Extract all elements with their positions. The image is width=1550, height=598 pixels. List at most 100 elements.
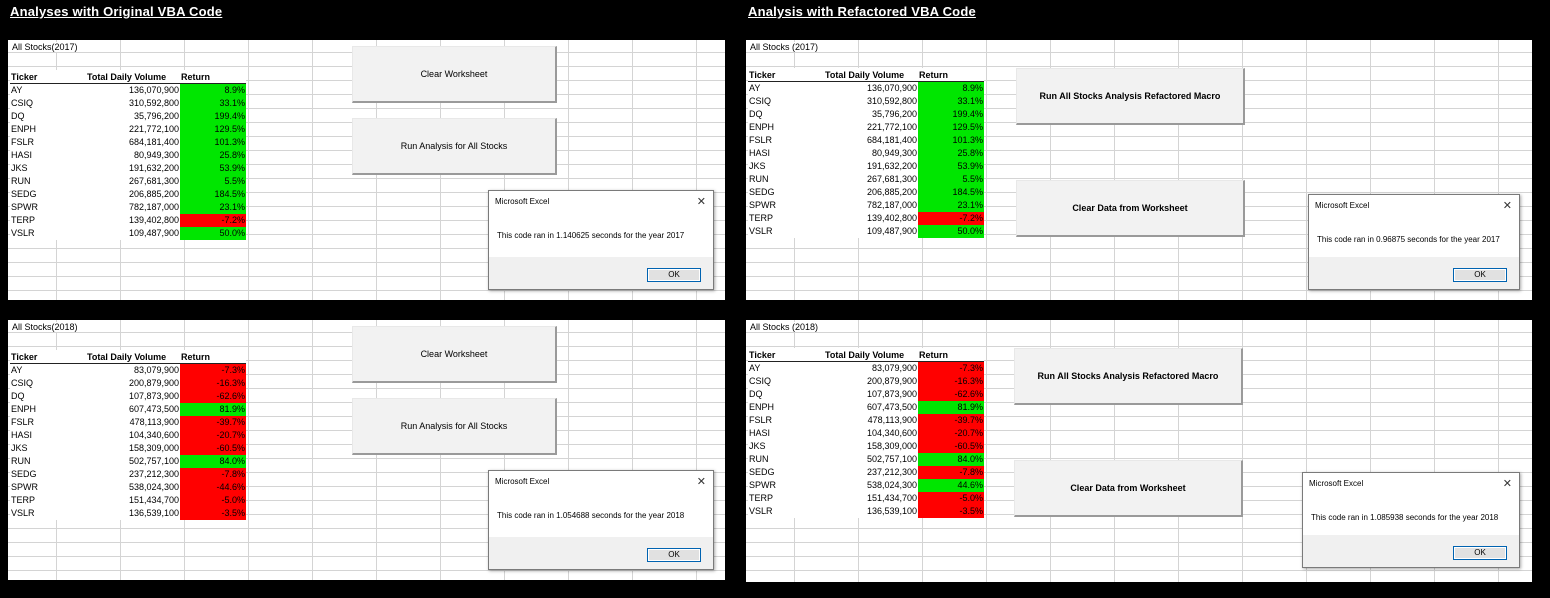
volume-cell[interactable]: 136,539,100 (824, 505, 918, 518)
ok-button[interactable]: OK (647, 268, 701, 282)
run-analysis-button[interactable]: Run Analysis for All Stocks (352, 398, 557, 455)
sheet-original-2017[interactable]: All Stocks(2017) Ticker Total Daily Volum… (8, 40, 725, 300)
volume-cell[interactable]: 107,873,900 (824, 388, 918, 401)
ticker-cell[interactable]: SPWR (10, 481, 86, 494)
volume-cell[interactable]: 136,070,900 (824, 82, 918, 96)
volume-cell[interactable]: 310,592,800 (824, 95, 918, 108)
ticker-cell[interactable]: CSIQ (748, 375, 824, 388)
volume-cell[interactable]: 158,309,000 (824, 440, 918, 453)
volume-cell[interactable]: 782,187,000 (86, 201, 180, 214)
ticker-cell[interactable]: VSLR (10, 507, 86, 520)
volume-cell[interactable]: 151,434,700 (86, 494, 180, 507)
return-cell[interactable]: 5.5% (918, 173, 984, 186)
ok-button[interactable]: OK (1453, 546, 1507, 560)
return-cell[interactable]: 44.6% (918, 479, 984, 492)
volume-cell[interactable]: 502,757,100 (86, 455, 180, 468)
ticker-cell[interactable]: TERP (10, 214, 86, 227)
return-cell[interactable]: -5.0% (918, 492, 984, 505)
return-cell[interactable]: -16.3% (180, 377, 246, 390)
ticker-cell[interactable]: VSLR (748, 505, 824, 518)
return-cell[interactable]: -3.5% (180, 507, 246, 520)
return-cell[interactable]: 53.9% (918, 160, 984, 173)
ticker-cell[interactable]: HASI (748, 147, 824, 160)
volume-cell[interactable]: 502,757,100 (824, 453, 918, 466)
volume-cell[interactable]: 221,772,100 (824, 121, 918, 134)
ticker-cell[interactable]: SEDG (748, 466, 824, 479)
return-cell[interactable]: 184.5% (180, 188, 246, 201)
close-icon[interactable]: ✕ (697, 475, 706, 488)
volume-cell[interactable]: 191,632,200 (824, 160, 918, 173)
volume-cell[interactable]: 267,681,300 (824, 173, 918, 186)
ticker-cell[interactable]: SPWR (748, 479, 824, 492)
ticker-cell[interactable]: RUN (10, 455, 86, 468)
return-cell[interactable]: 8.9% (180, 83, 246, 97)
close-icon[interactable]: ✕ (1503, 477, 1512, 490)
return-cell[interactable]: -20.7% (180, 429, 246, 442)
return-cell[interactable]: 23.1% (180, 201, 246, 214)
return-cell[interactable]: 33.1% (180, 97, 246, 110)
volume-cell[interactable]: 107,873,900 (86, 390, 180, 403)
volume-cell[interactable]: 104,340,600 (824, 427, 918, 440)
ticker-cell[interactable]: RUN (10, 175, 86, 188)
volume-cell[interactable]: 684,181,400 (824, 134, 918, 147)
return-cell[interactable]: 50.0% (180, 227, 246, 240)
volume-cell[interactable]: 237,212,300 (86, 468, 180, 481)
ticker-cell[interactable]: RUN (748, 453, 824, 466)
return-cell[interactable]: -7.8% (180, 468, 246, 481)
ticker-cell[interactable]: HASI (10, 429, 86, 442)
return-cell[interactable]: 199.4% (918, 108, 984, 121)
ticker-cell[interactable]: DQ (748, 388, 824, 401)
ticker-cell[interactable]: JKS (10, 442, 86, 455)
volume-cell[interactable]: 538,024,300 (824, 479, 918, 492)
return-cell[interactable]: -20.7% (918, 427, 984, 440)
ticker-cell[interactable]: VSLR (748, 225, 824, 238)
volume-cell[interactable]: 80,949,300 (824, 147, 918, 160)
return-cell[interactable]: -7.3% (918, 361, 984, 375)
ticker-cell[interactable]: RUN (748, 173, 824, 186)
return-cell[interactable]: -39.7% (918, 414, 984, 427)
volume-cell[interactable]: 200,879,900 (824, 375, 918, 388)
ok-button[interactable]: OK (1453, 268, 1507, 282)
ticker-cell[interactable]: SEDG (748, 186, 824, 199)
volume-cell[interactable]: 267,681,300 (86, 175, 180, 188)
ticker-cell[interactable]: JKS (748, 160, 824, 173)
volume-cell[interactable]: 478,113,900 (824, 414, 918, 427)
run-refactored-macro-button[interactable]: Run All Stocks Analysis Refactored Macro (1014, 348, 1243, 405)
return-cell[interactable]: -7.2% (180, 214, 246, 227)
volume-cell[interactable]: 782,187,000 (824, 199, 918, 212)
volume-cell[interactable]: 206,885,200 (86, 188, 180, 201)
return-cell[interactable]: 84.0% (918, 453, 984, 466)
volume-cell[interactable]: 151,434,700 (824, 492, 918, 505)
return-cell[interactable]: 81.9% (918, 401, 984, 414)
return-cell[interactable]: 184.5% (918, 186, 984, 199)
volume-cell[interactable]: 139,402,800 (86, 214, 180, 227)
volume-cell[interactable]: 136,070,900 (86, 84, 180, 98)
volume-cell[interactable]: 310,592,800 (86, 97, 180, 110)
run-refactored-macro-button[interactable]: Run All Stocks Analysis Refactored Macro (1016, 68, 1245, 125)
ticker-cell[interactable]: VSLR (10, 227, 86, 240)
volume-cell[interactable]: 237,212,300 (824, 466, 918, 479)
return-cell[interactable]: -5.0% (180, 494, 246, 507)
ticker-cell[interactable]: TERP (748, 492, 824, 505)
return-cell[interactable]: -7.8% (918, 466, 984, 479)
ticker-cell[interactable]: FSLR (748, 134, 824, 147)
return-cell[interactable]: 25.8% (180, 149, 246, 162)
volume-cell[interactable]: 221,772,100 (86, 123, 180, 136)
ticker-cell[interactable]: ENPH (748, 401, 824, 414)
return-cell[interactable]: 101.3% (180, 136, 246, 149)
close-icon[interactable]: ✕ (697, 195, 706, 208)
ticker-cell[interactable]: CSIQ (10, 377, 86, 390)
clear-data-button[interactable]: Clear Data from Worksheet (1016, 180, 1245, 237)
run-analysis-button[interactable]: Run Analysis for All Stocks (352, 118, 557, 175)
clear-worksheet-button[interactable]: Clear Worksheet (352, 326, 557, 383)
return-cell[interactable]: 23.1% (918, 199, 984, 212)
return-cell[interactable]: 81.9% (180, 403, 246, 416)
return-cell[interactable]: 25.8% (918, 147, 984, 160)
return-cell[interactable]: 129.5% (918, 121, 984, 134)
volume-cell[interactable]: 478,113,900 (86, 416, 180, 429)
ticker-cell[interactable]: AY (10, 84, 86, 98)
ticker-cell[interactable]: DQ (748, 108, 824, 121)
ticker-cell[interactable]: JKS (748, 440, 824, 453)
ticker-cell[interactable]: HASI (10, 149, 86, 162)
volume-cell[interactable]: 136,539,100 (86, 507, 180, 520)
